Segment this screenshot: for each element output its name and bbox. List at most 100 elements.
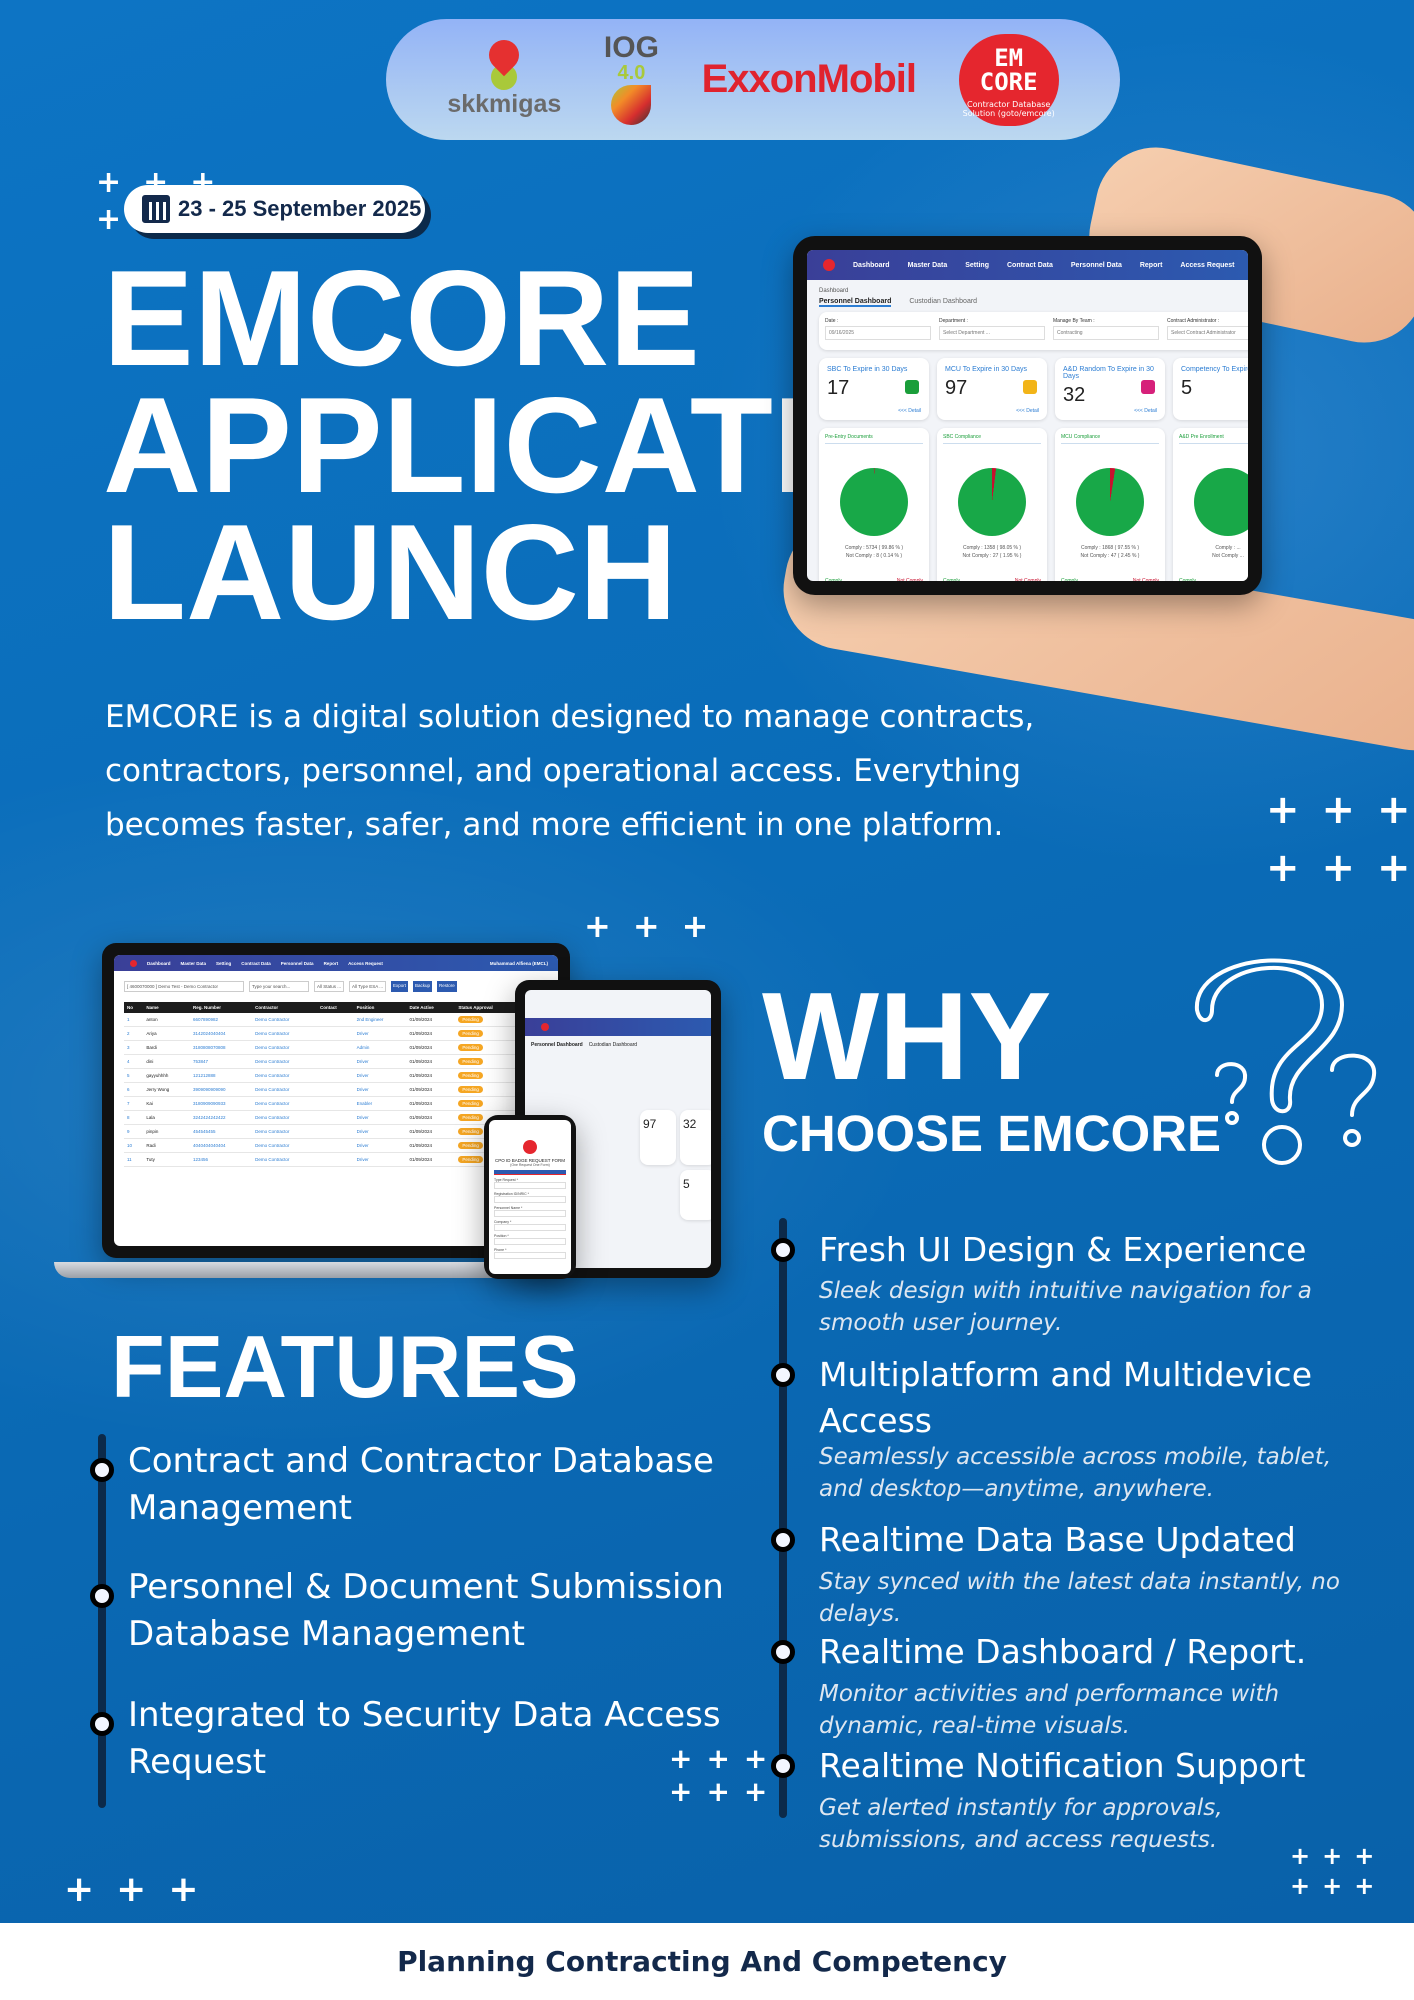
table-row[interactable]: 3 Bardi 3180808070808 Demo Contractor Admin 0… — [124, 1040, 558, 1055]
cell-name[interactable]: Kai — [143, 1096, 190, 1111]
cell-name[interactable]: Tuty — [143, 1152, 190, 1167]
cell-contractor[interactable]: Demo Contractor — [252, 1096, 317, 1111]
status-select[interactable]: All Status ... — [314, 981, 345, 992]
pie-chart — [958, 468, 1026, 536]
user-name[interactable]: Muhammad Alfiena (EMCL) — [490, 961, 548, 966]
table-row[interactable]: 5 gayyuhhhh 121212888 Demo Contractor Driver… — [124, 1068, 558, 1083]
nav-item-personnel-data[interactable]: Personnel Data — [1071, 262, 1122, 269]
column-header[interactable]: Position — [353, 1002, 407, 1013]
phone-screen: CPO ID BADGE REQUEST FORM (One Request O… — [489, 1120, 571, 1274]
comply-button[interactable]: Comply — [943, 578, 960, 581]
table-row[interactable]: 4 dini 753847 Demo Contractor Driver 01/09/20… — [124, 1054, 558, 1069]
cell-name[interactable]: Jerry Wong — [143, 1082, 190, 1097]
cell-contractor[interactable]: Demo Contractor — [252, 1082, 317, 1097]
tab-personnel-dashboard[interactable]: Personnel Dashboard — [819, 298, 892, 307]
cell-name[interactable]: Bardi — [143, 1040, 190, 1055]
export-button[interactable]: Export — [390, 981, 408, 992]
cell-contractor[interactable]: Demo Contractor — [252, 1110, 317, 1125]
cell-contractor[interactable]: Demo Contractor — [252, 1068, 317, 1083]
cell-name[interactable]: Radi — [143, 1138, 190, 1153]
chart-legend-not-comply: Not Comply ... — [1212, 553, 1244, 559]
nav-item-master-data[interactable]: Master Data — [908, 262, 948, 269]
timeline-dot — [771, 1640, 795, 1664]
nav-item-access-request[interactable]: Access Request — [348, 961, 383, 966]
column-header[interactable]: Contact — [316, 1002, 354, 1013]
form-field-input[interactable] — [494, 1210, 566, 1217]
not-comply-button[interactable]: Not Comply — [1015, 578, 1041, 581]
detail-link[interactable]: <<< Detail — [1134, 408, 1157, 414]
contract-filter-select[interactable]: [ 4600070000 ] Demo Test - Demo Contract… — [124, 981, 244, 992]
cell-contractor[interactable]: Demo Contractor — [252, 1054, 317, 1069]
column-header[interactable]: Date Active — [406, 1002, 456, 1013]
emcore-tagline: Contractor Database Solution (goto/emcor… — [962, 99, 1055, 119]
nav-item-access-request[interactable]: Access Request — [1180, 262, 1234, 269]
comply-button[interactable]: Comply — [1179, 578, 1196, 581]
form-field-input[interactable] — [494, 1182, 566, 1189]
nav-item-setting[interactable]: Setting — [965, 262, 989, 269]
column-header[interactable]: Name — [143, 1002, 190, 1013]
nav-item-setting[interactable]: Setting — [216, 961, 231, 966]
form-field-input[interactable] — [494, 1252, 566, 1259]
table-row[interactable]: 6 Jerry Wong 3909090909090 Demo Contractor D… — [124, 1082, 558, 1097]
backup-button[interactable]: Backup — [412, 981, 432, 992]
table-row[interactable]: 1 anton 6607890982 Demo Contractor 2nd Engin… — [124, 1013, 558, 1027]
cell-name[interactable]: Lala — [143, 1110, 190, 1125]
filter-input[interactable]: Select Contract Administrator — [1167, 326, 1248, 340]
comply-button[interactable]: Comply — [1061, 578, 1078, 581]
cell-name[interactable]: Ariya — [143, 1026, 190, 1041]
column-header[interactable]: Reg. Number — [189, 1002, 253, 1013]
comply-button[interactable]: Comply — [825, 578, 842, 581]
iog-logo: IOG 4.0 — [604, 32, 659, 127]
column-header[interactable]: Contractor — [252, 1002, 317, 1013]
cell-no: 9 — [124, 1124, 144, 1139]
tab-custodian-dashboard[interactable]: Custodian Dashboard — [589, 1042, 637, 1048]
form-field-input[interactable] — [494, 1196, 566, 1203]
column-header[interactable]: Status Approval — [455, 1002, 521, 1013]
cell-name[interactable]: anton — [143, 1013, 190, 1027]
footer-text: Planning Contracting And Competency — [397, 1945, 1007, 1978]
nav-item-contract-data[interactable]: Contract Data — [241, 961, 271, 966]
nav-item-dashboard[interactable]: Dashboard — [147, 961, 171, 966]
chart-buttons: Comply Not Comply — [1061, 578, 1159, 581]
cell-contractor[interactable]: Demo Contractor — [252, 1152, 317, 1167]
table-row[interactable]: 2 Ariya 3142024040404 Demo Contractor Driver… — [124, 1026, 558, 1041]
detail-link[interactable]: <<< Detail — [898, 408, 921, 414]
restore-button[interactable]: Restore — [436, 981, 457, 992]
tablet-screen: Dashboard Master Data Setting Contract Data… — [807, 250, 1248, 581]
nav-item-report[interactable]: Report — [1140, 262, 1163, 269]
cell-contractor[interactable]: Demo Contractor — [252, 1026, 317, 1041]
filter-input[interactable]: Contracting — [1053, 326, 1159, 340]
stat-value: 97 — [643, 1117, 657, 1131]
type-select[interactable]: All Type ESA ... — [349, 981, 386, 992]
nav-item-contract-data[interactable]: Contract Data — [1007, 262, 1053, 269]
nav-item-report[interactable]: Report — [324, 961, 339, 966]
form-field-input[interactable] — [494, 1238, 566, 1245]
cell-contractor[interactable]: Demo Contractor — [252, 1124, 317, 1139]
pending-badge: Pending — [458, 1128, 483, 1135]
filter-input[interactable]: 09/16/2025 — [825, 326, 931, 340]
cell-contractor[interactable]: Demo Contractor — [252, 1013, 317, 1027]
search-input[interactable]: Type your search... — [249, 981, 309, 992]
form-field-input[interactable] — [494, 1224, 566, 1231]
nav-item-master-data[interactable]: Master Data — [181, 961, 207, 966]
cell-name[interactable]: gayyuhhhh — [143, 1068, 190, 1083]
cell-name[interactable]: pinpin — [143, 1124, 190, 1139]
tab-personnel-dashboard[interactable]: Personnel Dashboard — [531, 1042, 583, 1048]
pending-badge: Pending — [458, 1114, 483, 1121]
table-row[interactable]: 7 Kai 3180909090933 Demo Contractor Enabler 0… — [124, 1096, 558, 1111]
cell-contractor[interactable]: Demo Contractor — [252, 1138, 317, 1153]
filter-input[interactable]: Select Department ... — [939, 326, 1045, 340]
app-logo-icon — [541, 1023, 549, 1031]
nav-item-personnel-data[interactable]: Personnel Data — [281, 961, 314, 966]
not-comply-button[interactable]: Not Comply — [897, 578, 923, 581]
timeline-dot — [771, 1363, 795, 1387]
cell-contractor[interactable]: Demo Contractor — [252, 1040, 317, 1055]
not-comply-button[interactable]: Not Comply — [1133, 578, 1159, 581]
nav-item-dashboard[interactable]: Dashboard — [853, 262, 890, 269]
tab-custodian-dashboard[interactable]: Custodian Dashboard — [909, 298, 977, 307]
detail-link[interactable]: <<< Detail — [1016, 408, 1039, 414]
filter-label: Department : — [939, 318, 968, 324]
cell-name[interactable]: dini — [143, 1054, 190, 1069]
cell-no: 6 — [124, 1082, 144, 1097]
column-header[interactable]: No — [124, 1002, 144, 1013]
